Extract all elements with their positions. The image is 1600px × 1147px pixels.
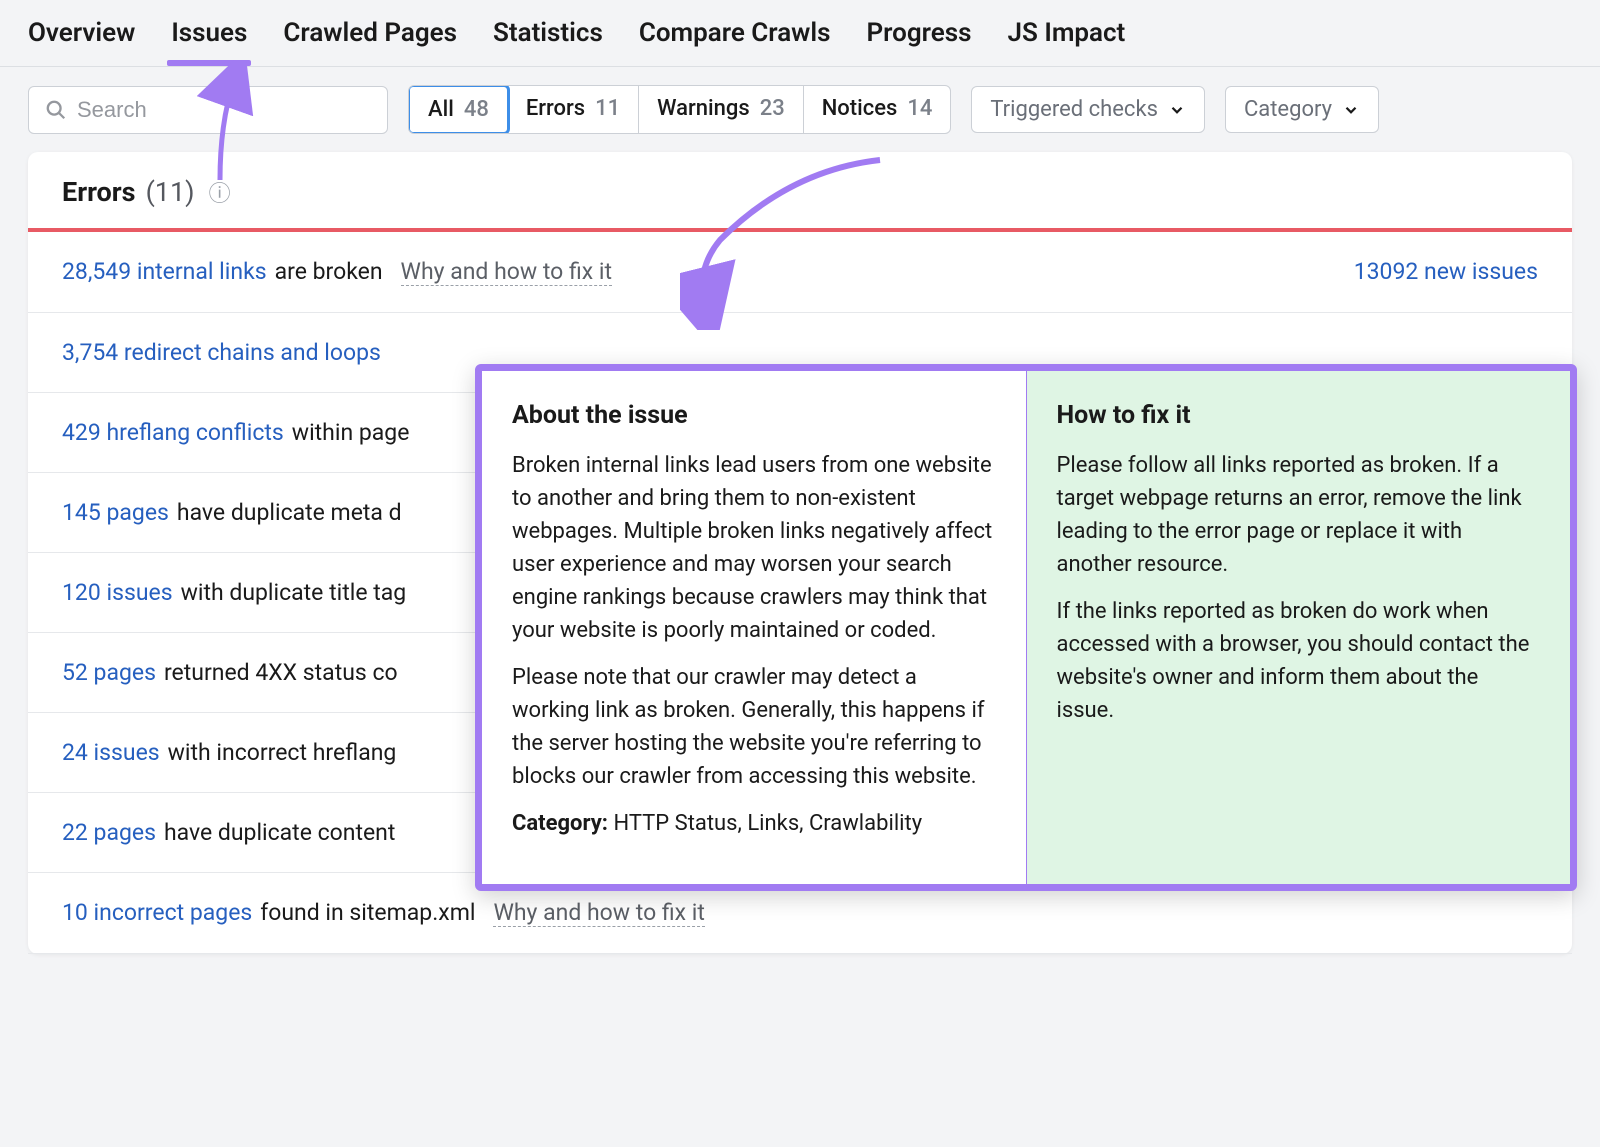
filter-errors[interactable]: Errors 11 (508, 86, 639, 133)
about-issue-text-2: Please note that our crawler may detect … (512, 661, 996, 793)
issue-link[interactable]: 22 pages (62, 819, 156, 846)
category-dropdown[interactable]: Category (1225, 86, 1379, 133)
issue-row-left: 52 pages returned 4XX status co (62, 659, 398, 686)
issue-description: are broken (275, 258, 383, 285)
issue-link[interactable]: 10 incorrect pages (62, 899, 252, 926)
filter-warnings-label: Warnings (657, 96, 750, 121)
about-issue-panel: About the issue Broken internal links le… (482, 371, 1027, 884)
chevron-down-icon (1342, 101, 1360, 119)
issue-description: have duplicate meta d (177, 499, 402, 526)
issue-link[interactable]: 24 issues (62, 739, 160, 766)
search-box[interactable] (28, 86, 388, 134)
issue-category-value: HTTP Status, Links, Crawlability (613, 811, 922, 836)
issue-link[interactable]: 52 pages (62, 659, 156, 686)
issue-description: with incorrect hreflang (168, 739, 397, 766)
how-to-fix-text-2: If the links reported as broken do work … (1057, 595, 1541, 727)
filter-errors-label: Errors (526, 96, 585, 121)
issue-description: with duplicate title tag (181, 579, 407, 606)
issue-row-left: 429 hreflang conflicts within page (62, 419, 409, 446)
new-issues-count[interactable]: 13092 new issues (1354, 258, 1538, 285)
filter-errors-count: 11 (595, 96, 620, 121)
triggered-checks-dropdown[interactable]: Triggered checks (971, 86, 1205, 133)
tab-issues[interactable]: Issues (171, 18, 247, 66)
filter-all-count: 48 (464, 97, 489, 122)
issue-type-filter: All 48 Errors 11 Warnings 23 Notices 14 (408, 85, 951, 134)
issue-row: 28,549 internal links are broken Why and h… (28, 232, 1572, 313)
tab-overview[interactable]: Overview (28, 18, 135, 66)
issue-description: returned 4XX status co (164, 659, 398, 686)
filter-warnings-count: 23 (760, 96, 785, 121)
issue-row-left: 3,754 redirect chains and loops (62, 339, 381, 366)
search-icon (45, 99, 67, 121)
tab-statistics[interactable]: Statistics (493, 18, 603, 66)
errors-count: (11) (146, 176, 195, 208)
info-icon[interactable]: ⓘ (209, 176, 231, 208)
issue-description: within page (292, 419, 410, 446)
issue-category: Category: HTTP Status, Links, Crawlabili… (512, 807, 996, 840)
issue-link[interactable]: 429 hreflang conflicts (62, 419, 284, 446)
issue-help-popover: About the issue Broken internal links le… (475, 364, 1577, 891)
category-dropdown-label: Category (1244, 97, 1332, 122)
chevron-down-icon (1168, 101, 1186, 119)
how-to-fix-text-1: Please follow all links reported as brok… (1057, 449, 1541, 581)
filter-bar: All 48 Errors 11 Warnings 23 Notices 14 … (0, 67, 1600, 152)
errors-title: Errors (62, 176, 136, 208)
issue-row-left: 120 issues with duplicate title tag (62, 579, 406, 606)
filter-notices-label: Notices (822, 96, 898, 121)
tab-progress[interactable]: Progress (867, 18, 972, 66)
tab-js-impact[interactable]: JS Impact (1008, 18, 1126, 66)
why-and-how-link[interactable]: Why and how to fix it (401, 258, 612, 286)
triggered-checks-label: Triggered checks (990, 97, 1158, 122)
issue-row-left: 28,549 internal links are broken Why and h… (62, 258, 612, 286)
filter-notices-count: 14 (907, 96, 932, 121)
issue-row-left: 10 incorrect pages found in sitemap.xml Wh… (62, 899, 705, 927)
issue-row-left: 22 pages have duplicate content (62, 819, 395, 846)
issue-row-left: 24 issues with incorrect hreflang (62, 739, 396, 766)
errors-card-header: Errors (11) ⓘ (28, 152, 1572, 232)
issue-category-label: Category: (512, 811, 608, 836)
filter-notices[interactable]: Notices 14 (804, 86, 951, 133)
issue-description: found in sitemap.xml (260, 899, 475, 926)
issue-link[interactable]: 120 issues (62, 579, 173, 606)
tab-compare-crawls[interactable]: Compare Crawls (639, 18, 831, 66)
filter-warnings[interactable]: Warnings 23 (639, 86, 804, 133)
issue-link[interactable]: 3,754 redirect chains and loops (62, 339, 381, 366)
about-issue-text-1: Broken internal links lead users from on… (512, 449, 996, 647)
issue-link[interactable]: 28,549 internal links (62, 258, 267, 285)
issue-description: have duplicate content (164, 819, 395, 846)
issue-link[interactable]: 145 pages (62, 499, 169, 526)
how-to-fix-heading: How to fix it (1057, 397, 1541, 435)
how-to-fix-panel: How to fix it Please follow all links re… (1027, 371, 1571, 884)
filter-all[interactable]: All 48 (408, 85, 510, 134)
main-tabs: Overview Issues Crawled Pages Statistics… (0, 0, 1600, 67)
search-input[interactable] (77, 97, 371, 123)
issue-row-left: 145 pages have duplicate meta d (62, 499, 402, 526)
why-and-how-link[interactable]: Why and how to fix it (493, 899, 704, 927)
about-issue-heading: About the issue (512, 397, 996, 435)
filter-all-label: All (428, 97, 454, 122)
tab-crawled-pages[interactable]: Crawled Pages (283, 18, 457, 66)
